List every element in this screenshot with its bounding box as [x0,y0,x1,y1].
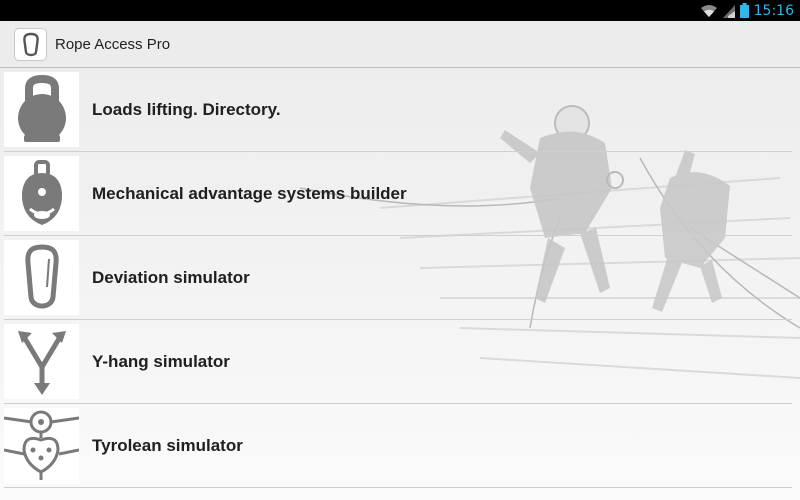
divider [4,487,792,488]
menu-item-label: Deviation simulator [92,268,250,287]
menu-item-tyrolean-simulator[interactable]: Tyrolean simulator [0,404,800,488]
menu-item-thumbnail [4,324,79,399]
menu-item-y-hang-simulator[interactable]: Y-hang simulator [0,320,800,404]
main-content: Loads lifting. Directory. Mechanical adv… [0,68,800,500]
status-bar: 15:16 [0,0,800,21]
wifi-icon [700,4,717,17]
menu-item-label: Y-hang simulator [92,352,230,371]
carabiner-icon [24,243,59,308]
menu-item-deviation-simulator[interactable]: Deviation simulator [0,236,800,320]
carabiner-icon [22,32,39,56]
menu-item-thumbnail [4,156,79,231]
app-title: Rope Access Pro [55,36,171,53]
menu-item-label: Loads lifting. Directory. [92,100,281,119]
menu-item-thumbnail [4,408,79,483]
menu-item-mechanical-advantage[interactable]: Mechanical advantage systems builder [0,152,800,236]
signal-icon [722,4,735,18]
menu-item-thumbnail [4,240,79,315]
status-icons: 15:16 [700,0,794,21]
tyrolean-pulley-icon [4,410,79,480]
y-hang-icon [17,330,66,395]
kettlebell-icon [17,74,66,142]
menu-item-thumbnail [4,72,79,147]
menu-list: Loads lifting. Directory. Mechanical adv… [0,68,800,488]
menu-item-label: Mechanical advantage systems builder [92,184,407,203]
battery-icon [739,3,749,18]
pulley-icon [21,159,62,225]
menu-item-loads-lifting[interactable]: Loads lifting. Directory. [0,68,800,152]
action-bar: Rope Access Pro [0,21,800,68]
menu-item-label: Tyrolean simulator [92,436,243,455]
clock: 15:16 [753,2,794,19]
app-icon[interactable] [14,28,47,61]
